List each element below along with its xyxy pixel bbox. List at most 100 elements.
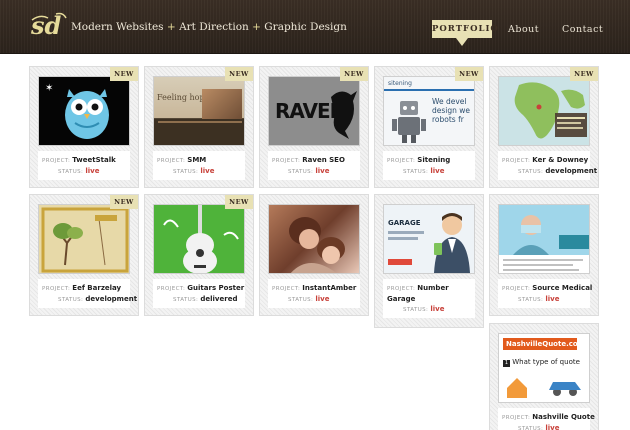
project-name[interactable]: Raven SEO bbox=[302, 156, 345, 164]
project-info: PROJECT: SMM STATUS: live bbox=[153, 151, 245, 180]
thumbnail-question: 1 What type of quote bbox=[503, 358, 580, 367]
project-card-smm[interactable]: Feeling hopeless? NEW PROJECT: SMM STATU… bbox=[144, 66, 254, 188]
project-info: PROJECT: Ker & Downey STATUS: developmen… bbox=[498, 151, 597, 180]
status-label: STATUS: bbox=[288, 169, 314, 175]
thumbnail-nav-bar bbox=[384, 89, 474, 91]
thumbnail-question-text: What type of quote bbox=[512, 358, 580, 366]
site-header: sd Modern Websites + Art Direction + Gra… bbox=[0, 0, 630, 54]
new-badge: NEW bbox=[570, 67, 598, 81]
thumbnail-text-line bbox=[388, 231, 424, 234]
project-thumbnail[interactable]: NashvilleQuote.com 1 What type of quote bbox=[498, 333, 590, 403]
project-thumbnail[interactable]: GARAGE bbox=[383, 204, 475, 274]
status-label: STATUS: bbox=[58, 169, 84, 175]
project-name[interactable]: Guitars Poster bbox=[187, 284, 244, 292]
project-card-nashville-quote[interactable]: NashvilleQuote.com 1 What type of quote … bbox=[489, 323, 599, 430]
project-thumbnail[interactable] bbox=[498, 204, 590, 274]
project-name[interactable]: Ker & Downey bbox=[532, 156, 588, 164]
status-value: live bbox=[430, 305, 445, 313]
project-thumbnail[interactable]: RAVEN bbox=[268, 76, 360, 146]
tagline-part-2: Art Direction bbox=[179, 21, 249, 33]
svg-text:✶: ✶ bbox=[45, 83, 53, 94]
project-card-raven-seo[interactable]: RAVEN NEW PROJECT: Raven SEO STATUS: liv… bbox=[259, 66, 369, 188]
new-badge: NEW bbox=[340, 67, 368, 81]
nav-portfolio[interactable]: PORTFOLIO bbox=[432, 20, 498, 38]
project-label: PROJECT: bbox=[502, 158, 531, 164]
project-card-sitening[interactable]: sitening We devel design we robots fr NE… bbox=[374, 66, 484, 188]
quote-type-icons bbox=[507, 378, 581, 398]
project-name[interactable]: Nashville Quote bbox=[532, 413, 595, 421]
status-value: live bbox=[200, 167, 215, 175]
site-tagline: Modern Websites + Art Direction + Graphi… bbox=[71, 21, 347, 33]
raven-bird-icon bbox=[331, 91, 357, 139]
project-label: PROJECT: bbox=[387, 286, 416, 292]
project-card-source-medical[interactable]: PROJECT: Source Medical STATUS: live bbox=[489, 194, 599, 316]
step-one-icon: 1 bbox=[503, 360, 510, 367]
new-badge: NEW bbox=[455, 67, 483, 81]
project-label: PROJECT: bbox=[157, 158, 186, 164]
tagline-part-3: Graphic Design bbox=[264, 21, 347, 33]
project-name[interactable]: Source Medical bbox=[532, 284, 592, 292]
project-card-number-garage[interactable]: GARAGE PROJECT: Number Garage STATUS: li… bbox=[374, 194, 484, 328]
nav-contact[interactable]: Contact bbox=[562, 24, 603, 35]
project-thumbnail[interactable]: sitening We devel design we robots fr bbox=[383, 76, 475, 146]
robot-icon bbox=[392, 101, 426, 143]
status-label: STATUS: bbox=[403, 169, 429, 175]
thumbnail-headline: We devel design we robots fr bbox=[432, 97, 471, 124]
project-info: PROJECT: Raven SEO STATUS: live bbox=[268, 151, 360, 180]
project-thumbnail[interactable] bbox=[153, 204, 245, 274]
status-label: STATUS: bbox=[58, 297, 84, 303]
status-label: STATUS: bbox=[403, 307, 429, 313]
new-badge: NEW bbox=[110, 67, 138, 81]
thumbnail-logo: NashvilleQuote.com bbox=[503, 338, 577, 350]
project-name[interactable]: InstantAmber bbox=[302, 284, 356, 292]
status-value: live bbox=[315, 167, 330, 175]
project-card-eef-barzelay[interactable]: NEW PROJECT: Eef Barzelay STATUS: develo… bbox=[29, 194, 139, 316]
project-info: PROJECT: Source Medical STATUS: live bbox=[498, 279, 592, 308]
project-label: PROJECT: bbox=[272, 286, 301, 292]
project-name[interactable]: TweetStalk bbox=[72, 156, 115, 164]
project-card-tweetstalk[interactable]: ✶ NEW PROJECT: TweetStalk STATUS: live bbox=[29, 66, 139, 188]
mother-child-photo bbox=[289, 217, 345, 273]
status-label: STATUS: bbox=[173, 297, 199, 303]
nav-about[interactable]: About bbox=[508, 24, 539, 35]
project-card-guitars-poster[interactable]: NEW PROJECT: Guitars Poster STATUS: deli… bbox=[144, 194, 254, 316]
project-thumbnail[interactable]: ✶ bbox=[38, 76, 130, 146]
nav-active-indicator-icon bbox=[456, 38, 468, 46]
status-value: delivered bbox=[200, 295, 238, 303]
new-badge: NEW bbox=[225, 195, 253, 209]
guitar-icon bbox=[163, 205, 239, 273]
svg-text:sd: sd bbox=[30, 12, 62, 40]
sd-logo-icon[interactable]: sd bbox=[30, 12, 70, 40]
project-card-instantamber[interactable]: PROJECT: InstantAmber STATUS: live bbox=[259, 194, 369, 316]
man-with-phone-illustration bbox=[434, 213, 470, 273]
project-label: PROJECT: bbox=[502, 415, 531, 421]
project-thumbnail[interactable] bbox=[268, 204, 360, 274]
status-value: live bbox=[85, 167, 100, 175]
thumbnail-text-line bbox=[388, 237, 418, 240]
project-info: PROJECT: TweetStalk STATUS: live bbox=[38, 151, 130, 180]
owl-icon: ✶ bbox=[45, 83, 109, 139]
project-info: PROJECT: InstantAmber STATUS: live bbox=[268, 279, 360, 308]
project-info: PROJECT: Number Garage STATUS: live bbox=[383, 279, 475, 318]
people-photo bbox=[202, 89, 242, 119]
thumbnail-cta bbox=[388, 259, 412, 265]
tagline-plus-1: + bbox=[166, 21, 176, 33]
project-thumbnail[interactable]: Feeling hopeless? bbox=[153, 76, 245, 146]
new-badge: NEW bbox=[225, 67, 253, 81]
status-value: development bbox=[85, 295, 138, 303]
project-thumbnail[interactable] bbox=[498, 76, 590, 146]
medical-staff-photo bbox=[499, 205, 589, 273]
project-name[interactable]: Eef Barzelay bbox=[72, 284, 121, 292]
project-card-ker-downey[interactable]: NEW PROJECT: Ker & Downey STATUS: develo… bbox=[489, 66, 599, 188]
tagline-plus-2: + bbox=[252, 21, 261, 33]
status-value: live bbox=[545, 295, 560, 303]
status-label: STATUS: bbox=[173, 169, 199, 175]
project-name[interactable]: SMM bbox=[187, 156, 206, 164]
status-label: STATUS: bbox=[518, 169, 544, 175]
tagline-part-1: Modern Websites bbox=[71, 21, 164, 33]
status-label: STATUS: bbox=[518, 426, 544, 430]
project-name[interactable]: Sitening bbox=[417, 156, 450, 164]
project-label: PROJECT: bbox=[42, 286, 71, 292]
status-label: STATUS: bbox=[288, 297, 314, 303]
project-thumbnail[interactable] bbox=[38, 204, 130, 274]
